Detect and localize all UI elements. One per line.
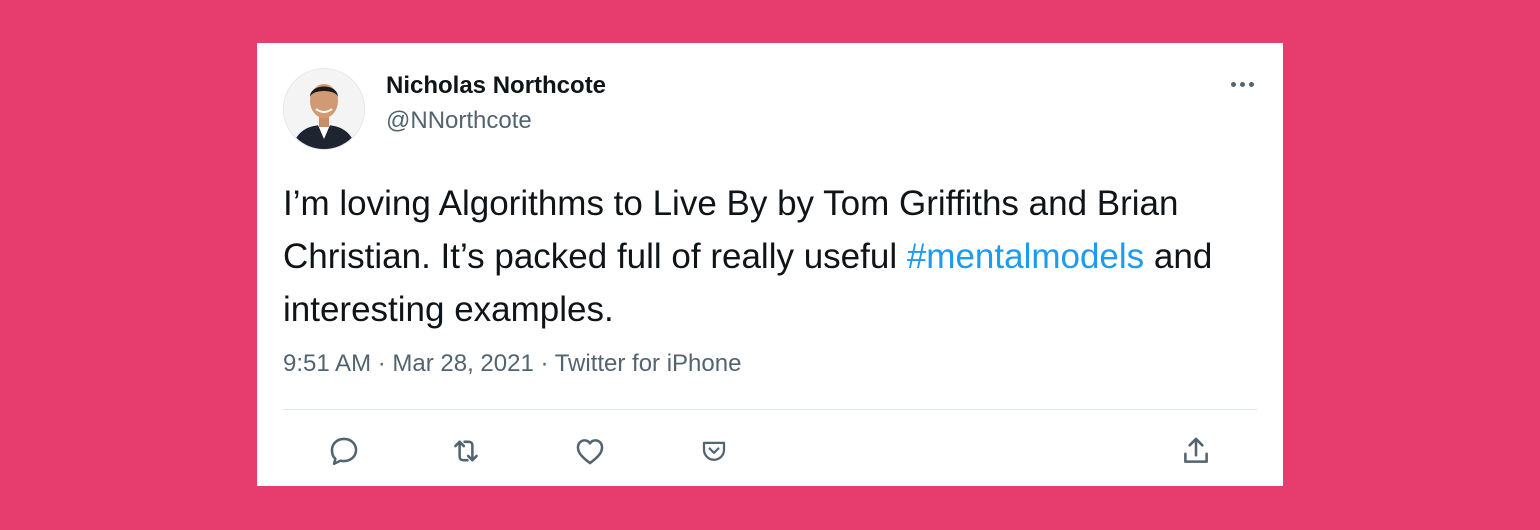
retweet-button[interactable] <box>446 431 486 471</box>
tweet-timestamp[interactable]: 9:51 AM · Mar 28, 2021 · Twitter for iPh… <box>283 350 741 378</box>
speech-bubble-icon <box>330 437 358 466</box>
save-button[interactable] <box>694 431 734 471</box>
more-dot <box>1230 81 1236 87</box>
heart-icon <box>576 439 604 465</box>
pocket-save-icon <box>702 441 726 461</box>
share-button[interactable] <box>1176 431 1216 471</box>
author-handle[interactable]: @NNorthcote <box>386 107 532 135</box>
divider <box>283 409 1257 410</box>
more-options-button[interactable] <box>1222 69 1262 99</box>
reply-button[interactable] <box>324 431 364 471</box>
share-upload-icon <box>1184 437 1208 463</box>
more-dot <box>1239 81 1245 87</box>
tweet-text: I’m loving Algorithms to Live By by Tom … <box>283 177 1243 336</box>
like-button[interactable] <box>570 431 610 471</box>
author-name[interactable]: Nicholas Northcote <box>386 72 606 100</box>
retweet-icon <box>454 440 478 462</box>
tweet-card: Nicholas Northcote @NNorthcote I’m lovin… <box>257 43 1283 486</box>
avatar-photo-icon <box>284 69 364 149</box>
more-dot <box>1248 81 1254 87</box>
avatar[interactable] <box>283 68 365 150</box>
hashtag-link[interactable]: #mentalmodels <box>907 237 1144 276</box>
